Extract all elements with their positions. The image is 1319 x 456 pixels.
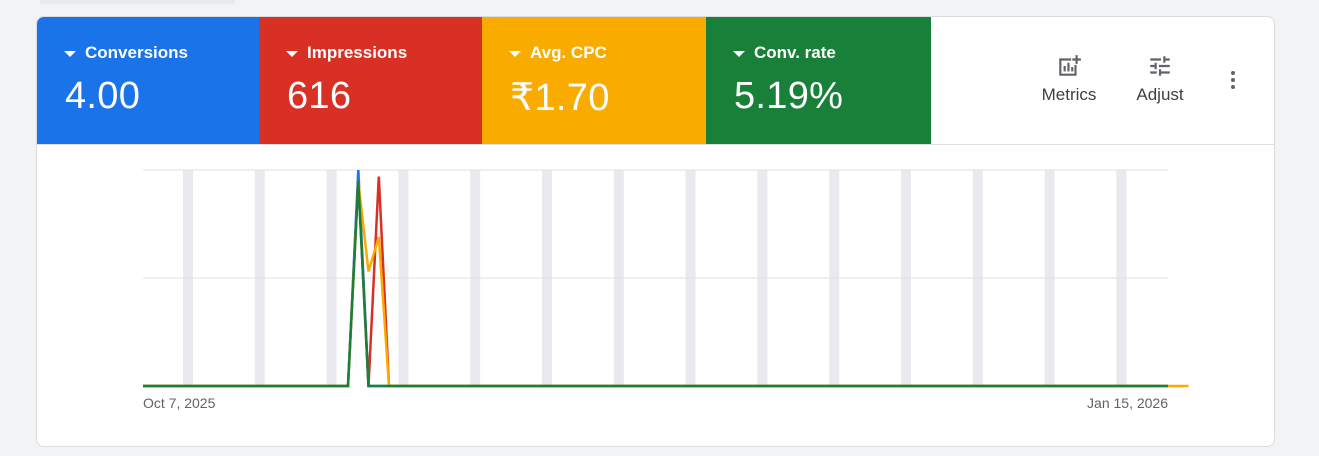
adjust-button-label: Adjust bbox=[1136, 85, 1184, 104]
caret-down-icon bbox=[286, 50, 298, 57]
metric-label: Impressions bbox=[307, 43, 408, 62]
metric-tile-avg-cpc[interactable]: Avg. CPC ₹1.70 bbox=[482, 17, 706, 144]
caret-down-icon bbox=[509, 50, 521, 57]
metric-tiles-row: Conversions 4.00 Impressions 616 Avg. CP… bbox=[37, 17, 1274, 145]
performance-card: Conversions 4.00 Impressions 616 Avg. CP… bbox=[36, 16, 1275, 447]
metrics-button-label: Metrics bbox=[1041, 85, 1097, 104]
add-chart-icon bbox=[1059, 55, 1081, 76]
metric-tile-conv-rate[interactable]: Conv. rate 5.19% bbox=[706, 17, 931, 144]
metrics-button[interactable]: Metrics bbox=[1029, 53, 1109, 105]
adjust-button[interactable]: Adjust bbox=[1120, 53, 1200, 105]
caret-down-icon bbox=[733, 50, 745, 57]
series-line-avg-cpc bbox=[143, 180, 1189, 388]
series-line-impressions bbox=[143, 176, 1158, 388]
metric-value: 4.00 bbox=[65, 75, 141, 117]
metric-label: Conv. rate bbox=[754, 43, 836, 62]
caret-down-icon bbox=[64, 50, 76, 57]
series-line-conv-rate bbox=[143, 180, 1168, 388]
more-vert-icon[interactable] bbox=[1221, 69, 1245, 93]
metric-label: Conversions bbox=[85, 43, 188, 62]
x-axis-end-label: Jan 15, 2026 bbox=[1087, 395, 1168, 411]
top-strip bbox=[40, 0, 235, 4]
metric-tile-impressions[interactable]: Impressions 616 bbox=[259, 17, 482, 144]
metric-tile-conversions[interactable]: Conversions 4.00 bbox=[37, 17, 259, 144]
performance-chart: Oct 7, 2025 Jan 15, 2026 bbox=[37, 145, 1274, 445]
x-axis-start-label: Oct 7, 2025 bbox=[143, 395, 216, 411]
metric-value: 616 bbox=[287, 75, 352, 117]
metric-value: 5.19% bbox=[734, 75, 844, 117]
metric-value: ₹1.70 bbox=[510, 77, 610, 119]
metric-label: Avg. CPC bbox=[530, 43, 607, 62]
tune-icon bbox=[1150, 56, 1170, 76]
